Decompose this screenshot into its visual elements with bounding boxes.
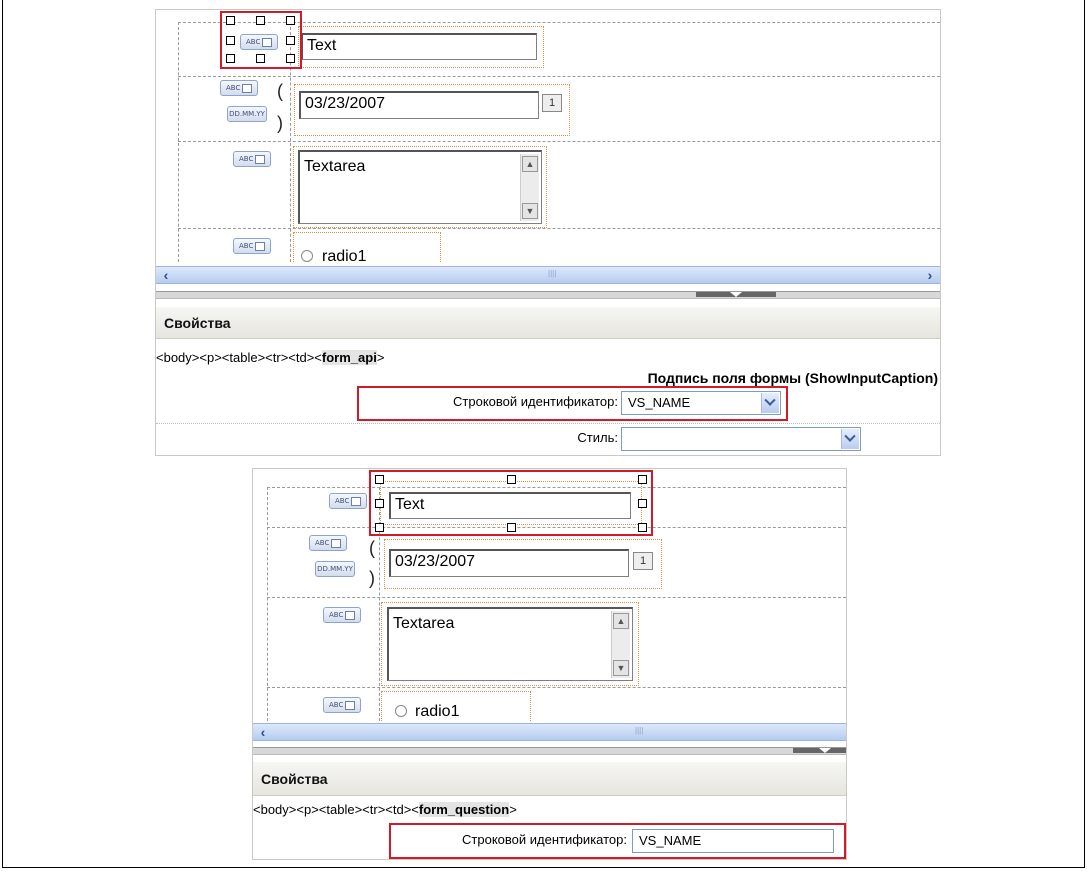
calendar-button[interactable]: 1 <box>542 94 562 112</box>
caption-abc-button[interactable]: ABC <box>329 493 367 509</box>
radio-label: radio1 <box>415 703 460 720</box>
panel-splitter[interactable] <box>156 291 940 299</box>
radio-label: radio1 <box>322 248 367 262</box>
design-area: ABC Text ABC DD.MM.YY ( ) 03/23/2007 1 A… <box>253 469 846 721</box>
textarea-field[interactable]: Textarea ▲ ▼ <box>387 607 633 681</box>
chevron-down-icon[interactable] <box>841 429 859 449</box>
date-format-button[interactable]: DD.MM.YY <box>315 561 355 577</box>
caption-abc-button[interactable]: ABC <box>323 697 361 713</box>
design-area: ABC Text ABC DD.MM.YY ( ) 03/23/2007 1 A… <box>156 10 940 262</box>
textarea-field[interactable]: Textarea ▲ ▼ <box>298 150 542 224</box>
id-highlight <box>357 386 788 421</box>
editor-panel-bottom: ABC Text ABC DD.MM.YY ( ) 03/23/2007 1 A… <box>252 468 847 860</box>
date-format-button[interactable]: DD.MM.YY <box>227 106 267 122</box>
scroll-left-icon[interactable]: ‹ <box>255 724 271 740</box>
scroll-down-icon[interactable]: ▼ <box>613 660 629 676</box>
scroll-left-icon[interactable]: ‹ <box>158 267 174 283</box>
properties-header: Свойства <box>253 762 846 796</box>
editor-panel-top: ABC Text ABC DD.MM.YY ( ) 03/23/2007 1 A… <box>155 9 941 456</box>
open-paren: ( <box>369 538 375 558</box>
calendar-button[interactable]: 1 <box>633 552 653 570</box>
id-highlight <box>389 823 846 859</box>
horizontal-scrollbar[interactable]: ‹ |||| › <box>156 266 940 284</box>
scroll-right-icon[interactable]: › <box>922 267 938 283</box>
open-paren: ( <box>277 81 283 101</box>
selection-highlight <box>220 11 302 69</box>
caption-abc-button[interactable]: ABC <box>309 535 347 551</box>
radio-button[interactable] <box>301 250 313 262</box>
textarea-scrollbar[interactable]: ▲ ▼ <box>611 611 630 678</box>
close-paren: ) <box>277 113 283 133</box>
scroll-up-icon[interactable]: ▲ <box>613 613 629 629</box>
horizontal-scrollbar[interactable]: ‹ |||| <box>253 723 846 741</box>
caption-abc-button[interactable]: ABC <box>233 238 271 254</box>
date-input[interactable]: 03/23/2007 <box>389 549 629 577</box>
style-label: Стиль: <box>577 430 618 445</box>
breadcrumb[interactable]: <body><p><table><tr><td><form_api> <box>156 350 384 365</box>
selection-highlight <box>369 470 653 536</box>
date-input[interactable]: 03/23/2007 <box>299 91 539 119</box>
scroll-up-icon[interactable]: ▲ <box>522 156 538 172</box>
radio-button[interactable] <box>395 705 407 717</box>
breadcrumb[interactable]: <body><p><table><tr><td><form_question> <box>253 802 517 817</box>
caption-abc-button[interactable]: ABC <box>323 607 361 623</box>
panel-splitter[interactable] <box>253 747 846 755</box>
properties-header: Свойства <box>156 307 940 339</box>
textarea-scrollbar[interactable]: ▲ ▼ <box>520 154 539 221</box>
caption-abc-button[interactable]: ABC <box>233 151 271 167</box>
scroll-down-icon[interactable]: ▼ <box>522 203 538 219</box>
section-title: Подпись поля формы (ShowInputCaption) <box>647 370 938 386</box>
style-select[interactable] <box>621 427 861 451</box>
close-paren: ) <box>369 568 375 588</box>
caption-abc-button[interactable]: ABC <box>220 80 258 96</box>
text-input[interactable]: Text <box>301 33 537 60</box>
